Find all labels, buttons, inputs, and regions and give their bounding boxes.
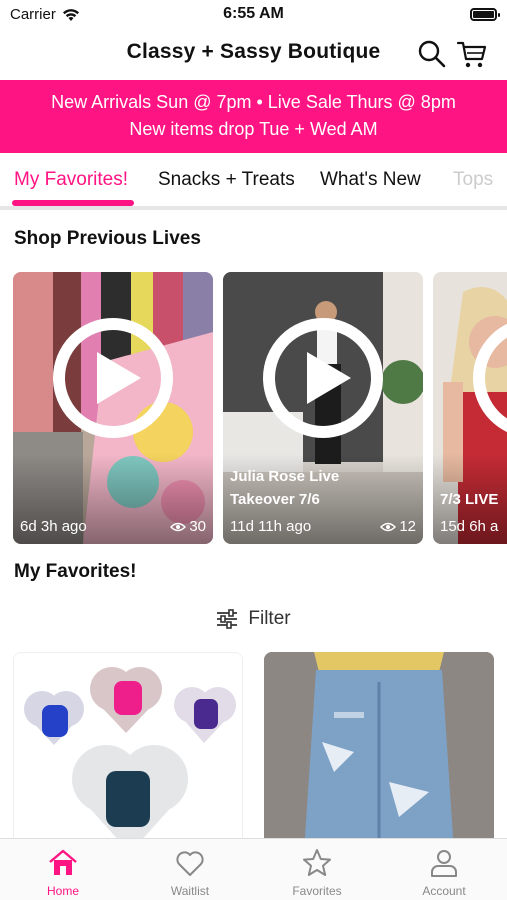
view-count: 30 (170, 518, 206, 535)
view-count: 12 (380, 518, 416, 535)
tab-whats-new[interactable]: What's New (320, 169, 421, 191)
nav-account-label: Account (422, 884, 466, 898)
bottom-tab-bar: Home Waitlist Favorites Account (0, 838, 507, 900)
cart-icon[interactable] (456, 38, 488, 70)
previous-lives-heading: Shop Previous Lives (14, 228, 201, 249)
status-time: 6:55 AM (223, 5, 284, 22)
nav-account[interactable]: Account (381, 839, 507, 900)
nav-home[interactable]: Home (0, 839, 126, 900)
home-icon (49, 849, 77, 875)
nav-home-label: Home (46, 884, 79, 898)
eye-icon (380, 522, 397, 531)
battery-icon (470, 8, 500, 21)
play-icon[interactable] (261, 316, 385, 440)
live-video-card[interactable]: Julia Rose Live Takeover 7/6 11d 11h ago… (223, 272, 423, 544)
tab-tops[interactable]: Tops (453, 169, 493, 191)
user-icon (431, 850, 457, 877)
play-icon[interactable] (471, 316, 507, 440)
live-video-card[interactable]: 7/3 LIVE 15d 6h a (433, 272, 507, 544)
live-time-ago: 11d 11h ago (230, 518, 312, 535)
star-icon (303, 849, 331, 876)
product-card[interactable] (264, 652, 494, 852)
live-title-line-1: Julia Rose Live (230, 468, 340, 485)
live-time-ago: 15d 6h a (440, 518, 499, 535)
live-title-line-2: Takeover 7/6 (230, 491, 320, 508)
product-image (14, 653, 242, 851)
category-tabs: My Favorites! Snacks + Treats What's New… (0, 153, 507, 209)
live-time-ago: 6d 3h ago (20, 518, 87, 535)
view-count-value: 30 (189, 518, 206, 535)
nav-favorites[interactable]: Favorites (254, 839, 380, 900)
eye-icon (170, 522, 187, 531)
filter-button[interactable]: Filter (0, 606, 507, 632)
nav-favorites-label: Favorites (292, 884, 342, 898)
nav-waitlist[interactable]: Waitlist (127, 839, 253, 900)
live-title: 7/3 LIVE (440, 491, 499, 508)
previous-lives-carousel[interactable]: 6d 3h ago 30 Julia Rose Live Takeover 7/… (0, 272, 507, 544)
nav-waitlist-label: Waitlist (170, 884, 210, 898)
favorites-heading: My Favorites! (14, 561, 137, 582)
tab-my-favorites[interactable]: My Favorites! (14, 169, 128, 191)
banner-line-2: New items drop Tue + Wed AM (129, 119, 378, 139)
live-video-card[interactable]: 6d 3h ago 30 (13, 272, 213, 544)
view-count-value: 12 (399, 518, 416, 535)
tabs-divider (0, 206, 507, 210)
tab-snacks-treats[interactable]: Snacks + Treats (158, 169, 295, 191)
product-image (264, 652, 494, 852)
sliders-icon (217, 609, 238, 629)
heart-icon (176, 851, 204, 876)
product-card[interactable] (13, 652, 243, 852)
banner-line-1: New Arrivals Sun @ 7pm • Live Sale Thurs… (51, 92, 456, 112)
status-bar: Carrier 6:55 AM (0, 0, 507, 28)
promo-banner: New Arrivals Sun @ 7pm • Live Sale Thurs… (0, 80, 507, 153)
app-header: Classy + Sassy Boutique (0, 28, 507, 80)
filter-label: Filter (248, 608, 291, 629)
play-icon[interactable] (51, 316, 175, 440)
search-icon[interactable] (416, 38, 448, 70)
